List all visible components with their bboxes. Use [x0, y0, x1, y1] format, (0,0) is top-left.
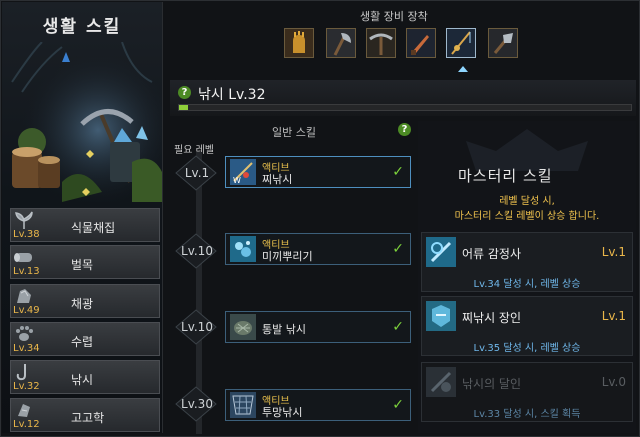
paw-icon: [16, 326, 33, 341]
check-icon: ✓: [392, 397, 404, 413]
relic-icon: [18, 404, 30, 417]
skill-name: 미끼뿌리기: [262, 250, 313, 263]
mastery-skill-name: 찌낚시 장인: [462, 311, 522, 325]
general-skill-row[interactable]: 액티브 미끼뿌리기 ✓: [225, 233, 411, 265]
general-help-icon[interactable]: ?: [398, 123, 411, 136]
skill-name: 통발 낚시: [262, 323, 306, 336]
general-skill-title: 일반 스킬: [272, 126, 316, 139]
skill-name: 찌낚시: [262, 173, 293, 186]
level-node-text: Lv.1: [184, 166, 210, 180]
skill-name: 수렵: [71, 335, 94, 349]
mastery-skill-name: 어류 감정사: [462, 247, 522, 261]
skill-name: 식물채집: [71, 221, 116, 235]
life-skill-archaeology[interactable]: Lv.12 고고학: [10, 398, 160, 432]
skill-level: Lv.13: [13, 266, 40, 277]
axe-icon: [327, 29, 355, 57]
skill-xp-fill: [179, 105, 189, 110]
life-skill-mining[interactable]: Lv.49 채광: [10, 284, 160, 318]
level-node-text: Lv.30: [181, 397, 213, 411]
svg-text:W: W: [233, 176, 241, 185]
equip-slot-axe[interactable]: [326, 28, 356, 58]
equip-slot-glove[interactable]: [284, 28, 314, 58]
check-icon: ✓: [392, 164, 404, 180]
skill-help-icon[interactable]: ?: [178, 86, 191, 99]
skill-xp-bar: [178, 104, 632, 111]
net-icon: [230, 392, 256, 418]
level-node: Lv.30: [174, 385, 220, 425]
check-icon: ✓: [392, 319, 404, 335]
glove-icon: [285, 29, 313, 57]
general-skill-row[interactable]: 액티브 투망낚시 ✓: [225, 389, 411, 421]
mastery-skill-condition: Lv.35 달성 시, 레벨 상승: [473, 343, 581, 354]
level-node-text: Lv.10: [181, 320, 213, 334]
equip-slot-shovel[interactable]: [488, 28, 518, 58]
equip-slot-knife[interactable]: [406, 28, 436, 58]
mastery-skill-level: Lv.1: [601, 245, 626, 259]
mastery-skill-condition: Lv.33 달성 시, 스킬 획득: [473, 409, 581, 420]
sprout-icon: [15, 211, 33, 229]
appraiser-icon: [426, 237, 456, 267]
knife-icon: [407, 29, 435, 57]
check-icon: ✓: [392, 241, 404, 257]
mastery-skill-condition: Lv.34 달성 시, 레벨 상승: [473, 279, 581, 290]
mastery-skill-level: Lv.0: [601, 375, 626, 389]
fishing-rod-icon: [447, 29, 475, 57]
general-skill-row[interactable]: 통발 낚시 ✓: [225, 311, 411, 343]
life-skill-sidebar: 생활 스킬 Lv.38 식물채집 Lv.13 벌목 Lv.49 채광 Lv.34…: [2, 2, 163, 433]
mastery-title: 마스터리 스킬: [458, 167, 553, 185]
trap-icon: [230, 314, 256, 340]
sidebar-title: 생활 스킬: [42, 17, 122, 37]
skill-level: Lv.12: [13, 419, 40, 430]
level-node: Lv.1: [174, 154, 220, 194]
log-icon: [14, 253, 32, 262]
level-node-text: Lv.10: [181, 244, 213, 258]
pickaxe-icon: [367, 29, 395, 57]
equip-slot-fishing-rod[interactable]: [446, 28, 476, 58]
skill-level: Lv.34: [13, 343, 40, 354]
mastery-skill-name: 낚시의 달인: [462, 377, 522, 391]
life-skill-hunting[interactable]: Lv.34 수렵: [10, 322, 160, 356]
shovel-icon: [489, 29, 517, 57]
forest-scene-illustration: [2, 42, 162, 202]
bait-icon: [230, 236, 256, 262]
skill-name: 투망낚시: [262, 406, 303, 419]
skill-level: Lv.49: [13, 305, 40, 316]
mastery-skill-row[interactable]: 낚시의 달인 Lv.0 Lv.33 달성 시, 스킬 획득: [421, 362, 633, 422]
skill-name: 낚시: [71, 373, 94, 387]
skill-name: 채광: [71, 297, 94, 311]
ore-icon: [17, 289, 31, 303]
mastery-skill-row[interactable]: 어류 감정사 Lv.1 Lv.34 달성 시, 레벨 상승: [421, 232, 633, 292]
life-skill-fishing[interactable]: Lv.32 낚시: [10, 360, 160, 394]
mastery-skill-level: Lv.1: [601, 309, 626, 323]
fishhook-icon: [16, 364, 26, 381]
general-skill-row[interactable]: W 액티브 찌낚시 ✓: [225, 156, 411, 188]
float-fishing-icon: W: [230, 159, 256, 185]
life-skill-gathering[interactable]: Lv.38 식물채집: [10, 208, 160, 242]
mastery-skill-row[interactable]: 찌낚시 장인 Lv.1 Lv.35 달성 시, 레벨 상승: [421, 296, 633, 356]
selected-slot-indicator: [458, 66, 468, 72]
artisan-icon: [426, 301, 456, 331]
skill-title: 낚시 Lv.32: [198, 87, 266, 103]
level-node: Lv.10: [174, 232, 220, 272]
equip-bar-title: 생활 장비 장착: [360, 10, 428, 23]
master-icon: [426, 367, 456, 397]
skill-level: Lv.38: [13, 229, 40, 240]
skill-name: 벌목: [71, 258, 94, 272]
mastery-desc-line2: 마스터리 스킬 레벨이 상승 합니다.: [454, 211, 600, 222]
life-skill-logging[interactable]: Lv.13 벌목: [10, 245, 160, 279]
level-node: Lv.10: [174, 308, 220, 348]
equip-slot-pickaxe[interactable]: [366, 28, 396, 58]
skill-name: 고고학: [71, 411, 105, 425]
mastery-desc-line1: 레벨 달성 시,: [499, 196, 555, 207]
skill-level: Lv.32: [13, 381, 40, 392]
